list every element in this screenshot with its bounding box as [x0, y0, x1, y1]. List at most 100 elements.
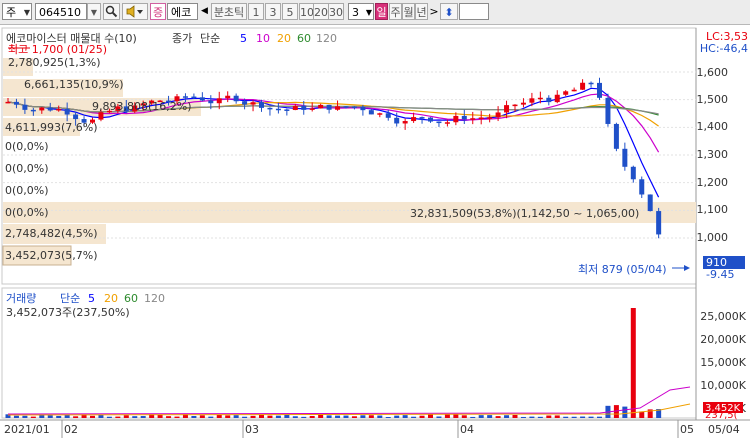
volume-bar-43	[368, 415, 374, 418]
profile-label-9: 2,748,482(4,5%)	[5, 227, 98, 240]
speaker-icon[interactable]	[122, 3, 148, 20]
interval-input[interactable]: 3 ▼	[348, 3, 374, 20]
week-button[interactable]: 주	[389, 3, 402, 20]
candle-body-33	[284, 109, 290, 111]
profile-label-5: 0(0,0%)	[5, 140, 49, 153]
candle-body-50	[428, 117, 433, 122]
period-tick-button[interactable]: 분초틱	[211, 3, 247, 20]
volume-bar-26	[225, 415, 231, 418]
volume-bar-37	[318, 414, 324, 418]
candle-body-24	[208, 100, 214, 104]
x-label-apr: 04	[460, 423, 474, 436]
volume-legend-ma-type: 단순	[60, 292, 80, 305]
volume-bar-31	[267, 415, 273, 418]
interval-20-button[interactable]: 20	[313, 3, 329, 20]
candle-body-42	[360, 106, 366, 111]
vol-tick-10000: 10,000K	[700, 379, 746, 392]
y-tick-1600: 1,600	[697, 66, 729, 79]
vol-tick-25000: 25,000K	[700, 310, 746, 323]
profile-label-4: 4,611,993(7,6%)	[5, 121, 98, 134]
candle-body-40	[343, 106, 349, 108]
volume-bar-73	[622, 406, 628, 418]
volume-bar-49	[419, 415, 425, 418]
month-button[interactable]: 월	[402, 3, 415, 20]
year-button[interactable]: 년	[415, 3, 428, 20]
volume-bar-6	[56, 415, 62, 418]
legend-ma-type: 단순	[200, 32, 220, 45]
candle-body-58	[495, 112, 501, 118]
volume-legend-ma120: 120	[144, 292, 165, 305]
volume-bar-16	[140, 416, 146, 418]
y-tick-1100: 1,100	[697, 203, 729, 216]
candle-body-54	[461, 115, 467, 120]
legend-ma5: 5	[240, 32, 247, 45]
candle-body-67	[571, 89, 577, 92]
volume-bar-12	[106, 416, 112, 418]
volume-bar-20	[174, 416, 180, 418]
volume-bar-67	[571, 416, 577, 418]
candle-body-31	[267, 107, 273, 110]
candle-body-5	[47, 107, 53, 111]
volume-bar-66	[563, 416, 569, 418]
prev-arrow-icon[interactable]: ◀	[199, 3, 210, 20]
candle-body-63	[537, 97, 543, 100]
stock-name-field: 에코	[167, 3, 198, 20]
candle-body-30	[259, 102, 264, 108]
candle-body-75	[639, 179, 645, 195]
candle-body-37	[318, 104, 324, 109]
profile-label-10: 3,452,073(5,7%)	[5, 249, 98, 262]
candle-body-7	[64, 108, 70, 115]
candle-body-32	[275, 108, 281, 111]
x-label-current: 05/04	[708, 423, 740, 436]
next-arrow-icon[interactable]: >	[429, 3, 439, 20]
volume-bar-28	[242, 416, 248, 418]
market-select[interactable]: 주 ▼	[2, 3, 32, 20]
volume-bar-1	[13, 415, 19, 418]
stock-code-input[interactable]: 064510	[35, 3, 87, 20]
candle-body-3	[30, 109, 36, 112]
legend-ma20: 20	[277, 32, 291, 45]
day-button[interactable]: 일	[375, 3, 388, 20]
updown-arrow-icon[interactable]: ⬍	[440, 3, 458, 20]
volume-bar-53	[453, 414, 459, 418]
profile-label-6: 0(0,0%)	[5, 162, 49, 175]
candle-body-64	[546, 97, 552, 103]
market-select-value: 주	[6, 6, 17, 19]
interval-3-button[interactable]: 3	[265, 3, 281, 20]
volume-bar-60	[512, 414, 518, 418]
x-label-may: 05	[680, 423, 694, 436]
volume-bar-47	[402, 415, 408, 418]
candle-body-38	[326, 104, 332, 110]
volume-bar-3	[30, 416, 36, 418]
volume-bar-23	[199, 415, 205, 418]
profile-label-3: 9,893,808(16,2%)	[92, 100, 192, 113]
interval-5-button[interactable]: 5	[282, 3, 298, 20]
volume-bar-64	[546, 415, 552, 418]
candle-body-68	[580, 82, 586, 90]
volume-bar-5	[47, 415, 53, 418]
volume-bar-54	[461, 415, 467, 418]
volume-bar-41	[351, 416, 357, 418]
volume-bar-36	[309, 415, 315, 418]
volume-bar-34	[292, 416, 298, 418]
volume-bar-32	[275, 415, 281, 418]
volume-legend-ma60: 60	[124, 292, 138, 305]
candle-body-47	[402, 121, 408, 124]
candle-body-25	[216, 98, 222, 104]
interval-30-button[interactable]: 30	[328, 3, 344, 20]
volume-bar-46	[394, 415, 400, 418]
candle-body-26	[225, 95, 231, 99]
volume-bar-27	[233, 415, 239, 418]
magnifier-icon[interactable]	[103, 3, 120, 20]
interval-1-button[interactable]: 1	[248, 3, 264, 20]
candle-body-11	[98, 112, 104, 120]
candle-body-62	[529, 98, 535, 103]
volume-bar-52	[444, 414, 450, 418]
toolbar: 주 ▼ 064510 ▼ 증 에코 ◀ 분초틱 1 3 5 10 20 30 3 ▼…	[0, 0, 750, 25]
candle-body-35	[301, 105, 307, 110]
volume-bar-39	[335, 415, 341, 418]
volume-bar-62	[529, 416, 535, 418]
code-dropdown-icon[interactable]: ▼	[87, 3, 101, 20]
candle-body-23	[199, 97, 205, 101]
extra-input[interactable]	[459, 3, 489, 20]
